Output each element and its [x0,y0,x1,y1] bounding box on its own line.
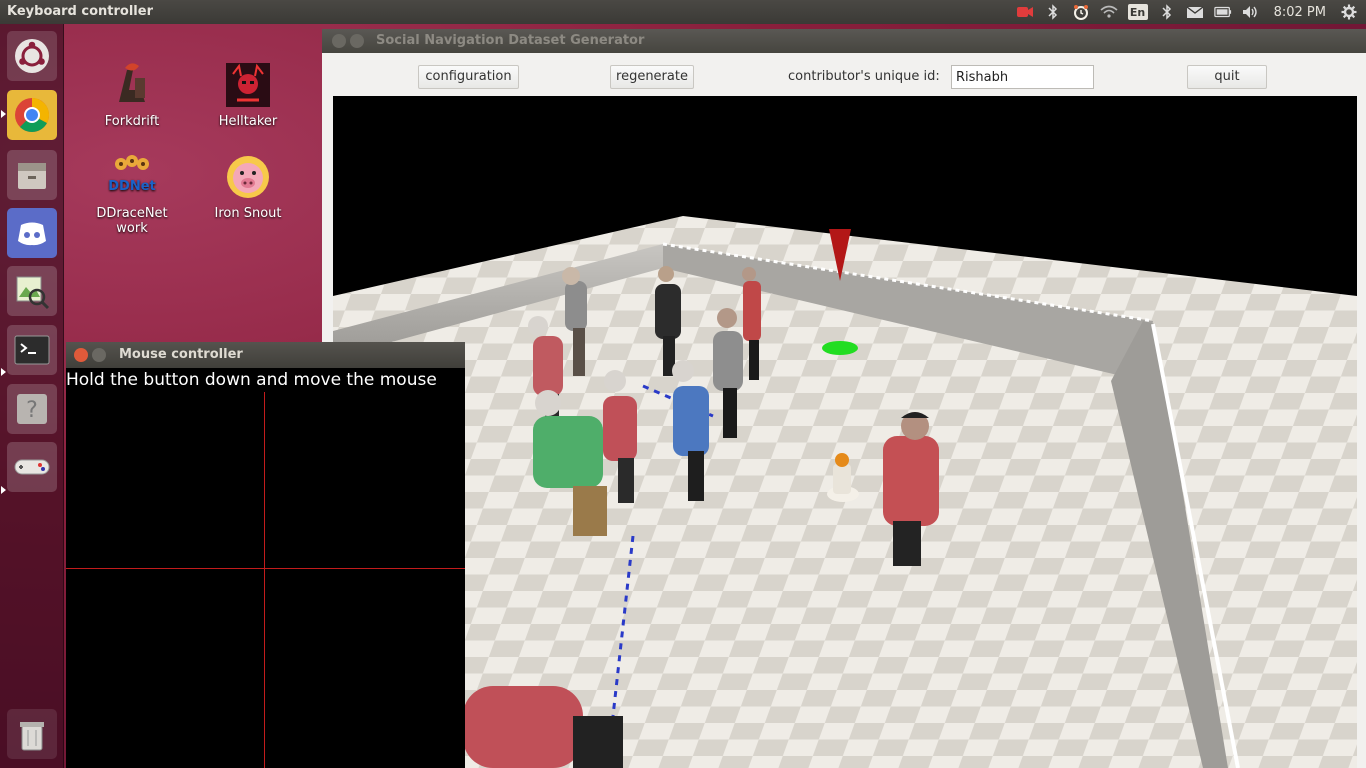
system-tray: En 8:02 PM [1016,2,1358,22]
desktop-icon-ddracenet[interactable]: DDNet DDraceNet work [82,152,182,236]
window-title: Mouse controller [119,347,243,362]
toolbar: configuration regenerate contributor's u… [322,53,1366,97]
desktop-icon-label: DDraceNet work [96,206,168,236]
camera-icon[interactable] [1016,4,1034,20]
launcher: ? [0,24,64,768]
keyboard-icon[interactable]: En [1127,4,1148,20]
close-icon[interactable] [332,34,346,48]
running-indicator [1,110,6,118]
files-icon[interactable] [7,150,57,200]
active-window-title: Keyboard controller [7,4,153,19]
crosshair-horizontal [66,568,465,569]
desktop-icon-forkdrift[interactable]: Forkdrift [82,60,182,129]
uid-input[interactable] [951,65,1094,89]
mouse-instruction: Hold the button down and move the mouse [66,370,437,390]
running-indicator [1,486,6,494]
bluetooth-icon[interactable] [1044,4,1062,20]
gear-icon[interactable] [1340,4,1358,20]
simulation-scene [333,96,1357,768]
discord-icon[interactable] [7,208,57,258]
help-icon[interactable]: ? [7,384,57,434]
alarm-icon[interactable] [1072,4,1090,20]
volume-icon[interactable] [1242,4,1260,20]
clock[interactable]: 8:02 PM [1274,5,1326,20]
forkdrift-icon [107,60,157,110]
window-titlebar[interactable]: Mouse controller [66,342,465,368]
helltaker-icon [223,60,273,110]
gamepad-icon[interactable] [7,442,57,492]
desktop-icon-helltaker[interactable]: Helltaker [198,60,298,129]
iron-snout-icon [223,152,273,202]
window-titlebar[interactable]: Social Navigation Dataset Generator [322,29,1366,53]
window-title: Social Navigation Dataset Generator [376,33,645,48]
desktop-icon-label: Forkdrift [104,114,160,129]
image-viewer-icon[interactable] [7,266,57,316]
quit-button[interactable]: quit [1187,65,1267,89]
social-navigation-window: Social Navigation Dataset Generator conf… [322,29,1366,768]
simulation-viewport[interactable] [333,96,1357,768]
goal-spot [822,341,858,355]
mouse-control-pad[interactable] [66,392,465,768]
battery-icon[interactable] [1213,4,1232,20]
keyboard-layout-label: En [1129,5,1146,19]
top-panel: Keyboard controller En 8:02 PM [0,0,1366,24]
desktop-icon-label: Iron Snout [214,206,282,221]
bluetooth-icon[interactable] [1158,4,1176,20]
ddnet-logo-text: DDNet [108,179,156,194]
mail-icon[interactable] [1186,4,1204,20]
regenerate-button[interactable]: regenerate [610,65,694,89]
mouse-controller-window: Mouse controller Hold the button down an… [66,342,465,768]
uid-label: contributor's unique id: [788,69,940,84]
ubuntu-dash-icon[interactable] [7,31,57,81]
close-icon[interactable] [74,348,88,362]
desktop-icon-iron-snout[interactable]: Iron Snout [198,152,298,221]
minimize-icon[interactable] [350,34,364,48]
ddnet-icon: DDNet [107,152,157,202]
configuration-button[interactable]: configuration [418,65,519,89]
wifi-icon[interactable] [1100,4,1118,20]
svg-text:?: ? [26,398,38,423]
terminal-icon[interactable] [7,325,57,375]
crosshair-vertical [264,392,265,768]
chrome-icon[interactable] [7,90,57,140]
minimize-icon[interactable] [92,348,106,362]
desktop-icon-label: Helltaker [218,114,278,129]
trash-icon[interactable] [7,709,57,759]
running-indicator [1,368,6,376]
